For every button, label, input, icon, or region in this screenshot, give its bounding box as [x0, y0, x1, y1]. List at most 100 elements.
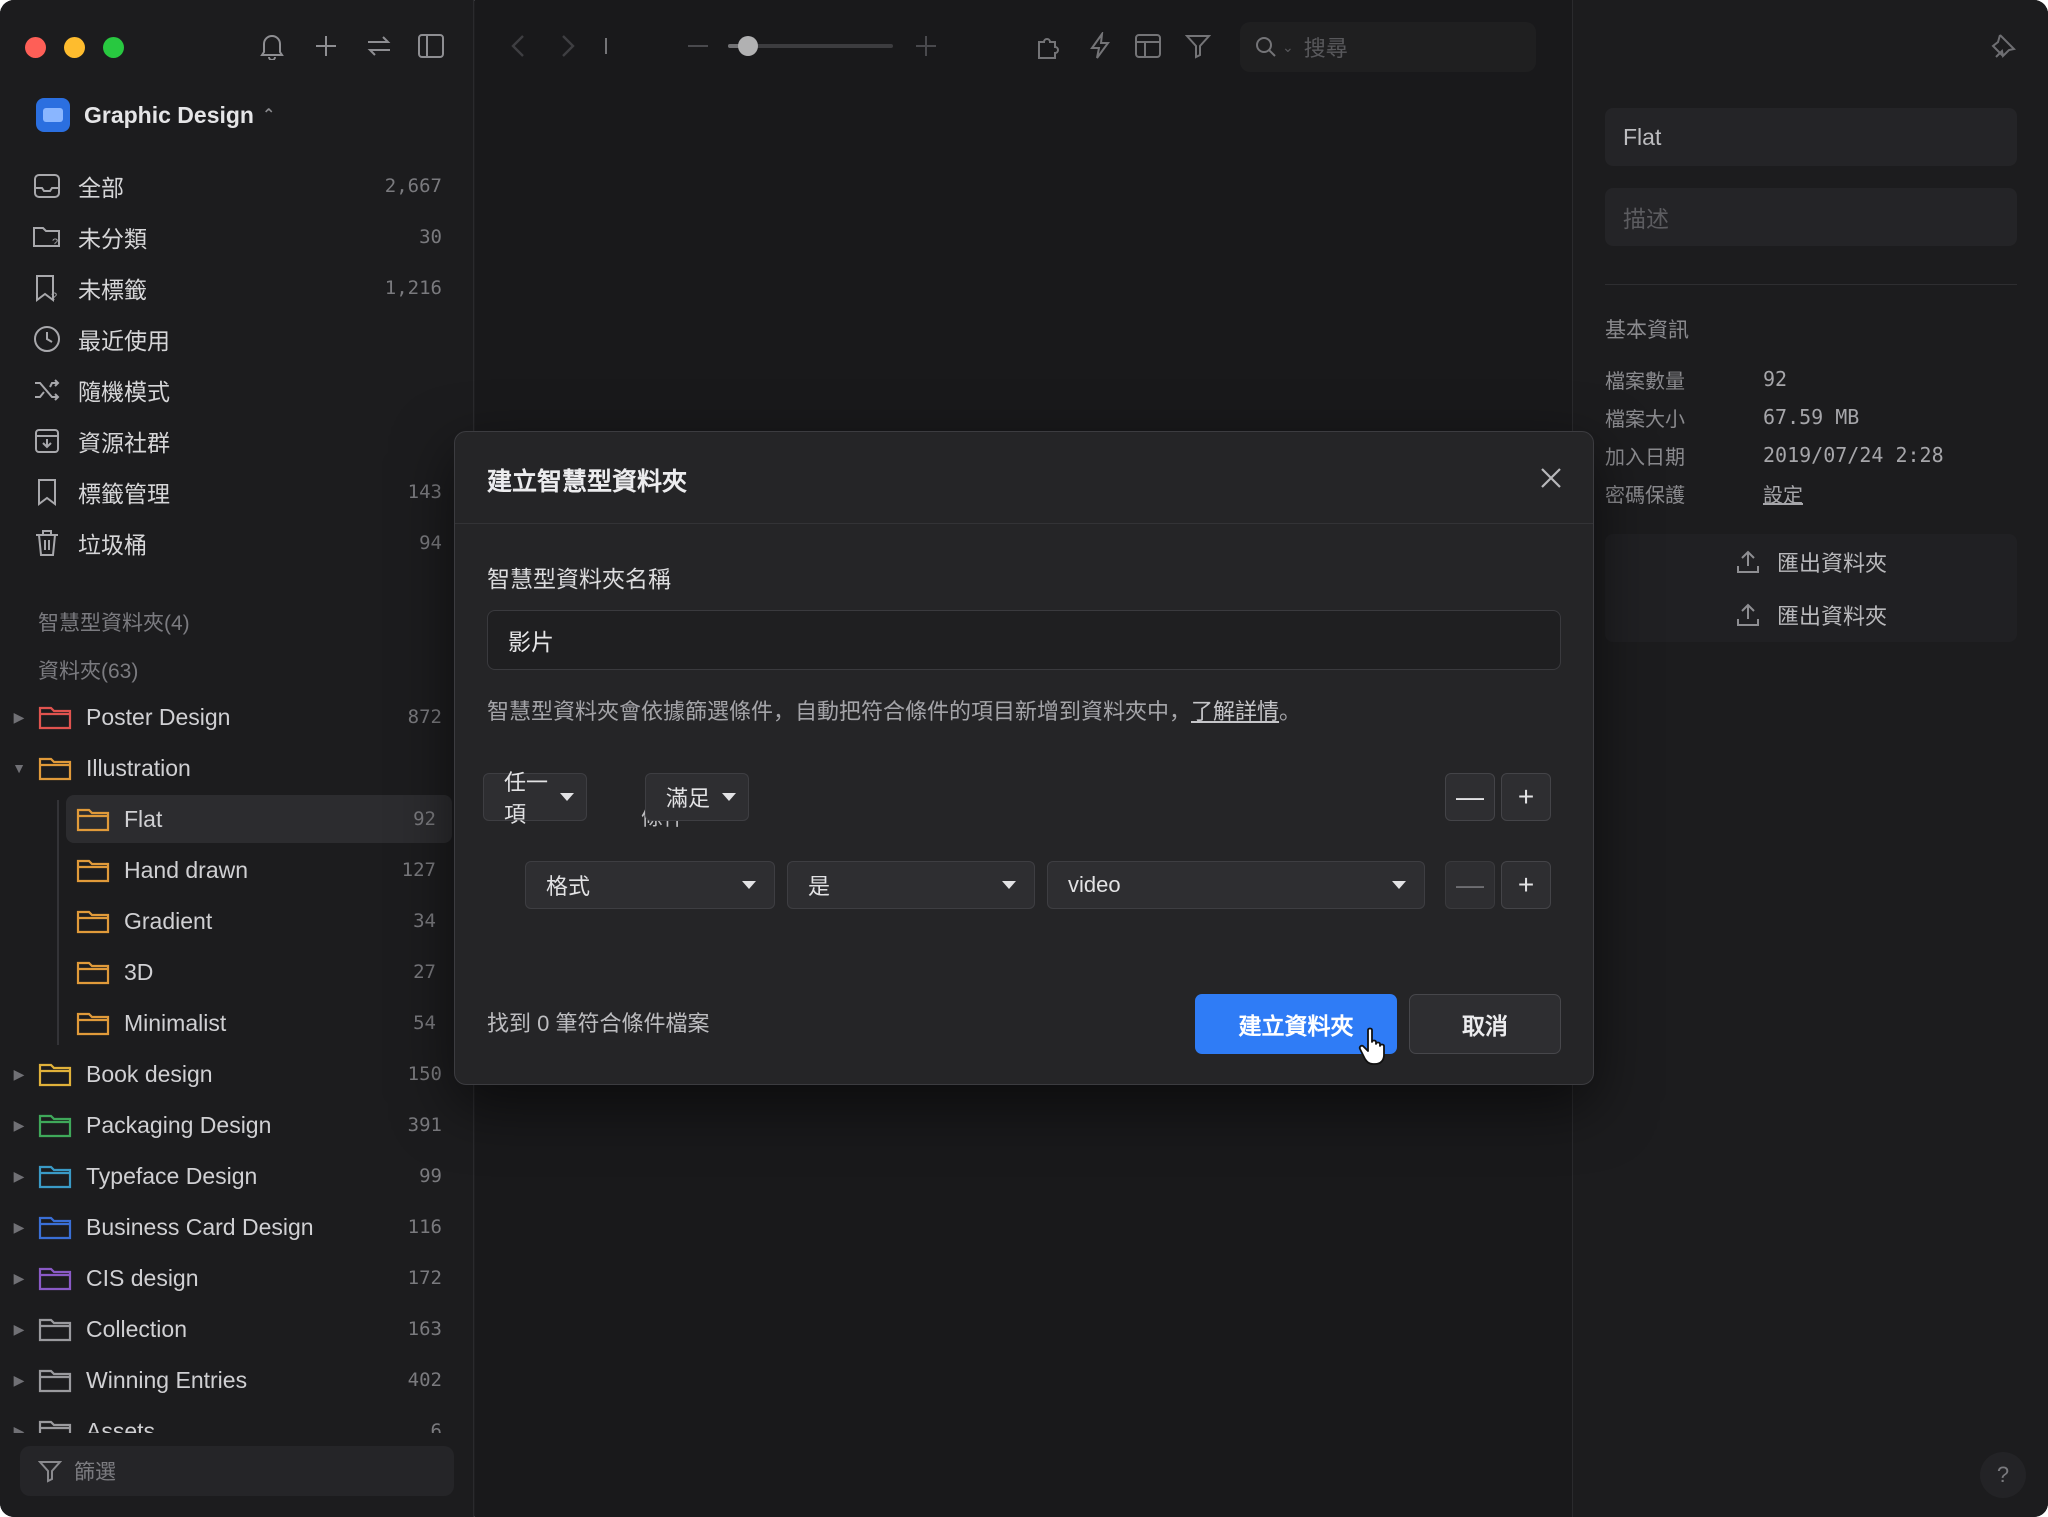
- dropdown-arrow-icon: [1392, 881, 1406, 889]
- tag-question-icon: ?: [30, 271, 64, 305]
- folder-icon: [76, 1012, 110, 1036]
- folder-hand-drawn[interactable]: Hand drawn 127: [66, 846, 452, 894]
- folder-icon: [38, 1318, 72, 1342]
- folder-icon: [38, 1216, 72, 1240]
- close-window-button[interactable]: [25, 37, 46, 58]
- upload-icon: [1735, 549, 1761, 575]
- folder-assets[interactable]: ▶ Assets 6: [0, 1407, 458, 1433]
- smart-folder-name-input[interactable]: [487, 610, 1561, 670]
- nav-trash[interactable]: 垃圾桶 94: [30, 519, 450, 567]
- caret-right-icon[interactable]: ▶: [0, 1168, 38, 1185]
- folder-poster-design[interactable]: ▶ Poster Design 872: [0, 693, 458, 741]
- folder-icon: [38, 1063, 72, 1087]
- rule-operator-select[interactable]: 是: [787, 861, 1035, 909]
- close-icon[interactable]: [1533, 460, 1569, 496]
- smart-folders-header[interactable]: 智慧型資料夾(4): [38, 607, 190, 637]
- inspector-panel: Flat 描述 基本資訊 檔案數量 92 檔案大小 67.59 MB 加入日期 …: [1572, 0, 2048, 1517]
- pin-icon[interactable]: [1986, 30, 2020, 64]
- folder-business-card-design[interactable]: ▶ Business Card Design 116: [0, 1203, 458, 1251]
- minimize-window-button[interactable]: [64, 37, 85, 58]
- info-file-count: 檔案數量 92: [1605, 367, 1788, 393]
- bell-icon[interactable]: [254, 28, 290, 64]
- folder-list-clip: ▶ Assets 6: [0, 1407, 470, 1433]
- sidebar: Graphic Design ⌃ 全部 2,667 ? 未分類 30 ? 未標籤…: [0, 0, 474, 1517]
- export-folder-button[interactable]: 匯出資料夾: [1605, 591, 2017, 639]
- folder-icon: [38, 706, 72, 730]
- remove-group-button[interactable]: —: [1445, 773, 1495, 821]
- rule-field-select[interactable]: 格式: [525, 861, 775, 909]
- folder-typeface-design[interactable]: ▶ Typeface Design 99: [0, 1152, 458, 1200]
- folder-illustration[interactable]: ▼ Illustration: [0, 744, 458, 792]
- add-icon[interactable]: [308, 28, 344, 64]
- caret-right-icon[interactable]: ▶: [0, 1219, 38, 1236]
- tree-guide-line: [57, 800, 59, 1045]
- zoom-window-button[interactable]: [103, 37, 124, 58]
- filter-icon: [38, 1459, 62, 1483]
- smart-folder-name-label: 智慧型資料夾名稱: [487, 566, 671, 592]
- nav-tag-manager[interactable]: 標籤管理 143: [30, 468, 450, 516]
- folder-cis-design[interactable]: ▶ CIS design 172: [0, 1254, 458, 1302]
- match-mode-select[interactable]: 任一項: [483, 770, 587, 827]
- folder-description-field[interactable]: 描述: [1605, 188, 2017, 246]
- upload-icon: [1735, 602, 1761, 628]
- caret-right-icon[interactable]: ▶: [0, 1372, 38, 1389]
- chevron-updown-icon: ⌃: [261, 107, 276, 124]
- inbox-icon: [30, 169, 64, 203]
- folder-collection[interactable]: ▶ Collection 163: [0, 1305, 458, 1353]
- folder-gradient[interactable]: Gradient 34: [66, 897, 452, 945]
- folders-header[interactable]: 資料夾(63): [38, 655, 138, 685]
- folder-minimalist[interactable]: Minimalist 54: [66, 999, 452, 1047]
- match-state-select[interactable]: 滿足: [645, 773, 749, 821]
- caret-right-icon[interactable]: ▶: [0, 1270, 38, 1287]
- nav-all[interactable]: 全部 2,667: [30, 162, 450, 210]
- dropdown-arrow-icon: [1002, 881, 1016, 889]
- folder-icon: [76, 808, 110, 832]
- nav-recent[interactable]: 最近使用: [30, 315, 450, 363]
- folder-flat[interactable]: Flat 92: [66, 795, 452, 843]
- library-switcher[interactable]: Graphic Design ⌃: [36, 98, 275, 132]
- sidebar-filter-input[interactable]: 篩選: [20, 1446, 454, 1496]
- folder-winning-entries[interactable]: ▶ Winning Entries 402: [0, 1356, 458, 1404]
- help-button[interactable]: ?: [1980, 1452, 2026, 1498]
- caret-right-icon[interactable]: ▶: [0, 709, 38, 726]
- nav-community[interactable]: 資源社群: [30, 417, 450, 465]
- learn-more-link[interactable]: 了解詳情: [1191, 699, 1279, 724]
- add-group-button[interactable]: +: [1501, 773, 1551, 821]
- folder-question-icon: ?: [30, 220, 64, 254]
- remove-rule-button[interactable]: —: [1445, 861, 1495, 909]
- svg-text:?: ?: [51, 291, 57, 302]
- app-window: Graphic Design ⌃ 全部 2,667 ? 未分類 30 ? 未標籤…: [0, 0, 2048, 1517]
- nav-untagged[interactable]: ? 未標籤 1,216: [30, 264, 450, 312]
- info-password: 密碼保護 設定: [1605, 478, 1803, 508]
- hand-cursor-icon: [1358, 1027, 1385, 1065]
- library-icon: [36, 98, 70, 132]
- swap-icon[interactable]: [361, 28, 397, 64]
- info-file-size: 檔案大小 67.59 MB: [1605, 405, 1860, 431]
- export-folder-button[interactable]: 匯出資料夾: [1605, 538, 2017, 586]
- folder-icon: [38, 1114, 72, 1138]
- password-setup-link[interactable]: 設定: [1763, 479, 1803, 508]
- caret-right-icon[interactable]: ▶: [0, 1117, 38, 1134]
- caret-right-icon[interactable]: ▶: [0, 1066, 38, 1083]
- folder-icon: [76, 859, 110, 883]
- dialog-title: 建立智慧型資料夾: [487, 468, 688, 496]
- caret-right-icon[interactable]: ▶: [0, 1321, 38, 1338]
- nav-random[interactable]: 隨機模式: [30, 366, 450, 414]
- dropdown-arrow-icon: [742, 881, 756, 889]
- caret-right-icon[interactable]: ▶: [0, 1423, 38, 1434]
- nav-uncategorized[interactable]: ? 未分類 30: [30, 213, 450, 261]
- folder-3d[interactable]: 3D 27: [66, 948, 452, 996]
- add-rule-button[interactable]: +: [1501, 861, 1551, 909]
- shuffle-icon: [30, 373, 64, 407]
- rule-value-select[interactable]: video: [1047, 861, 1425, 909]
- cancel-button[interactable]: 取消: [1409, 994, 1561, 1054]
- sidebar-toggle-icon[interactable]: [413, 28, 449, 64]
- folder-open-icon: [38, 757, 72, 781]
- folder-name-field[interactable]: Flat: [1605, 108, 2017, 166]
- trash-icon: [30, 526, 64, 560]
- folder-book-design[interactable]: ▶ Book design 150: [0, 1050, 458, 1098]
- folder-packaging-design[interactable]: ▶ Packaging Design 391: [0, 1101, 458, 1149]
- bookmark-icon: [30, 475, 64, 509]
- match-count-text: 找到 0 筆符合條件檔案: [487, 1011, 710, 1036]
- caret-down-icon[interactable]: ▼: [0, 760, 38, 776]
